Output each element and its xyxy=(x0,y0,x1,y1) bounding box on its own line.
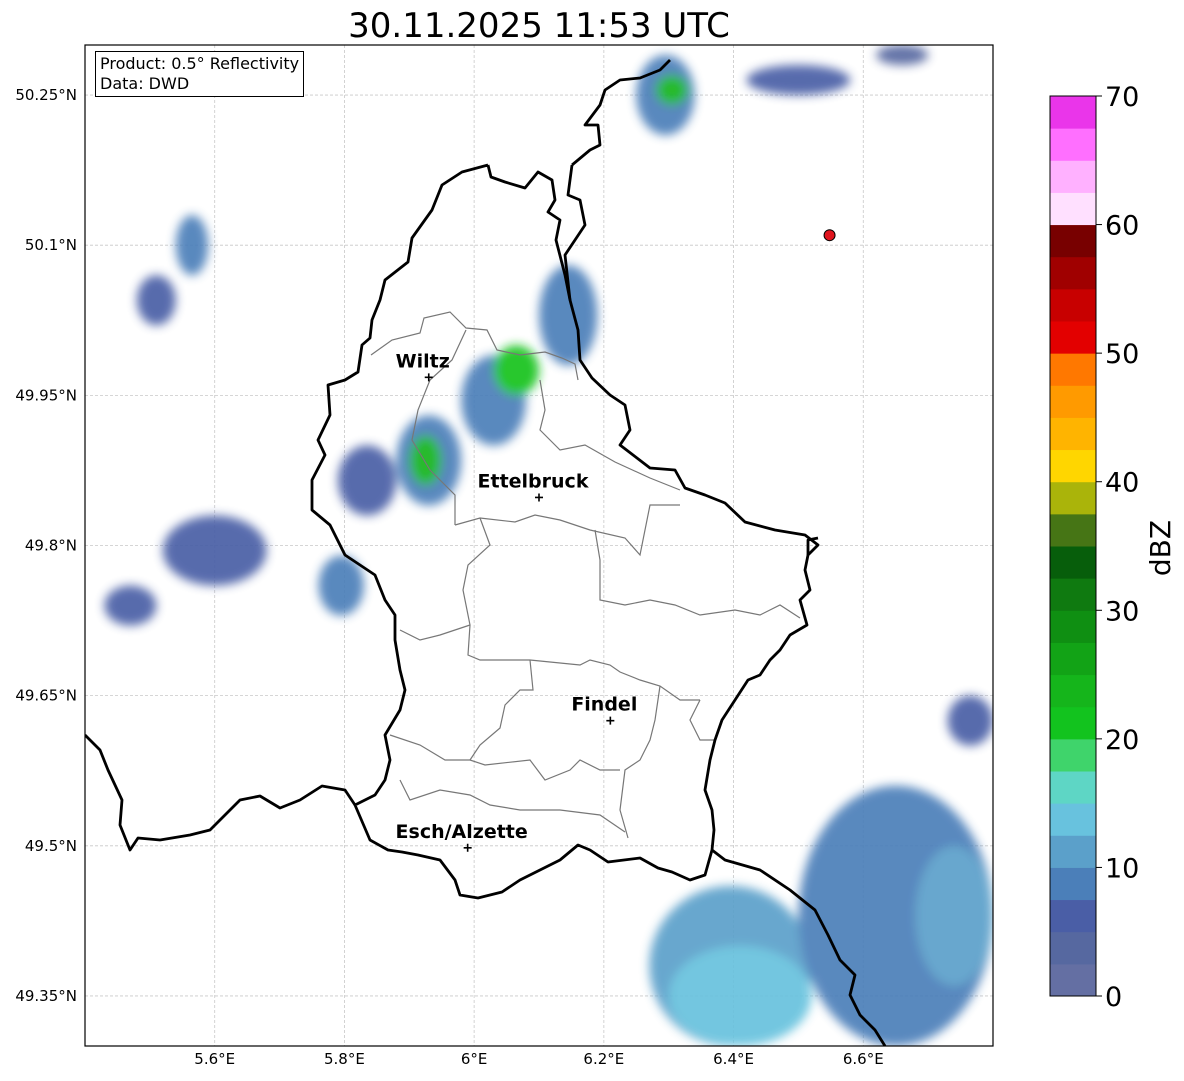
lat-tick-label: 50.1°N xyxy=(25,236,77,254)
radar-echo xyxy=(104,585,157,626)
city-marker xyxy=(535,493,543,502)
lon-tick-label: 6.4°E xyxy=(713,1050,754,1068)
lon-tick-label: 6.6°E xyxy=(843,1050,884,1068)
colorbar-tick-label: 70 xyxy=(1105,82,1139,113)
colorbar-bin xyxy=(1050,513,1096,547)
lat-tick-label: 49.5°N xyxy=(25,837,77,855)
lon-tick-label: 6.2°E xyxy=(583,1050,624,1068)
lat-tick-label: 49.35°N xyxy=(15,987,77,1005)
colorbar-bin xyxy=(1050,192,1096,226)
city-label: Ettelbruck xyxy=(478,470,589,492)
colorbar-bin xyxy=(1050,867,1096,901)
colorbar-bin xyxy=(1050,385,1096,418)
colorbar-tick-label: 20 xyxy=(1105,725,1139,756)
colorbar-bin xyxy=(1050,706,1096,740)
colorbar-bin xyxy=(1050,256,1096,290)
colorbar-tick-label: 10 xyxy=(1105,853,1139,884)
colorbar-tick-label: 60 xyxy=(1105,211,1139,242)
colorbar-bin xyxy=(1050,674,1096,708)
radar-echo xyxy=(337,445,397,516)
radar-site-marker xyxy=(823,229,836,242)
radar-echo-layer xyxy=(104,45,993,1046)
colorbar-bin xyxy=(1050,835,1096,868)
colorbar-bin xyxy=(1050,803,1096,836)
lon-tick-label: 5.6°E xyxy=(194,1050,235,1068)
info-box: Product: 0.5° Reflectivity Data: DWD xyxy=(95,51,305,97)
colorbar-bin xyxy=(1050,546,1096,579)
colorbar-bin xyxy=(1050,224,1096,258)
source-line: Data: DWD xyxy=(100,74,190,93)
radar-echo xyxy=(746,65,851,96)
colorbar-tick-label: 0 xyxy=(1105,982,1122,1013)
radar-echo xyxy=(947,695,993,746)
colorbar-bin xyxy=(1050,128,1096,161)
city-label: Wiltz xyxy=(396,350,450,372)
colorbar-bin xyxy=(1050,899,1096,933)
city-marker xyxy=(463,843,472,852)
radar-echo xyxy=(136,275,176,326)
radar-echo xyxy=(493,345,539,396)
colorbar-tick-label: 40 xyxy=(1105,468,1139,499)
colorbar-bin xyxy=(1050,642,1096,676)
colorbar-bin xyxy=(1050,931,1096,965)
product-line: Product: 0.5° Reflectivity xyxy=(100,54,300,73)
colorbar-tick-label: 50 xyxy=(1105,339,1139,370)
colorbar-bin xyxy=(1050,321,1096,354)
colorbar-bin xyxy=(1050,963,1096,997)
radar-echo xyxy=(876,45,929,66)
city-marker xyxy=(606,716,615,725)
lon-tick-label: 6°E xyxy=(461,1050,488,1068)
radar-echo xyxy=(175,215,209,276)
colorbar-label: dBZ xyxy=(1144,520,1177,576)
colorbar-bin xyxy=(1050,96,1096,129)
colorbar-bin xyxy=(1050,288,1096,322)
radar-echo xyxy=(162,515,267,586)
city-marker xyxy=(424,373,433,382)
colorbar-bin xyxy=(1050,771,1096,804)
lat-tick-label: 49.8°N xyxy=(25,537,77,555)
canton-boundaries xyxy=(370,311,801,839)
colorbar-bin xyxy=(1050,481,1096,515)
radar-echo xyxy=(655,75,689,106)
radar-echo xyxy=(668,945,812,1046)
colorbar: 0 10 20 30 40 50 60 70 xyxy=(1049,82,1139,1013)
colorbar-tick-label: 30 xyxy=(1105,596,1139,627)
colorbar-bin xyxy=(1050,353,1096,386)
radar-echo xyxy=(915,845,993,986)
colorbar-bin xyxy=(1050,578,1096,611)
colorbar-bin xyxy=(1050,738,1096,772)
lat-tick-label: 49.95°N xyxy=(15,386,77,404)
city-label: Findel xyxy=(571,694,637,716)
colorbar-bin xyxy=(1050,160,1096,193)
city-label: Esch/Alzette xyxy=(396,821,528,843)
colorbar-bin xyxy=(1050,449,1096,483)
lat-tick-label: 50.25°N xyxy=(15,86,77,104)
lon-tick-label: 5.8°E xyxy=(324,1050,365,1068)
radar-figure: Wiltz Ettelbruck Findel Esch/Alzette 5.6°E 5… xyxy=(15,44,1177,1068)
colorbar-bin xyxy=(1050,610,1096,643)
colorbar-bin xyxy=(1050,417,1096,451)
lat-tick-label: 49.65°N xyxy=(15,687,77,705)
